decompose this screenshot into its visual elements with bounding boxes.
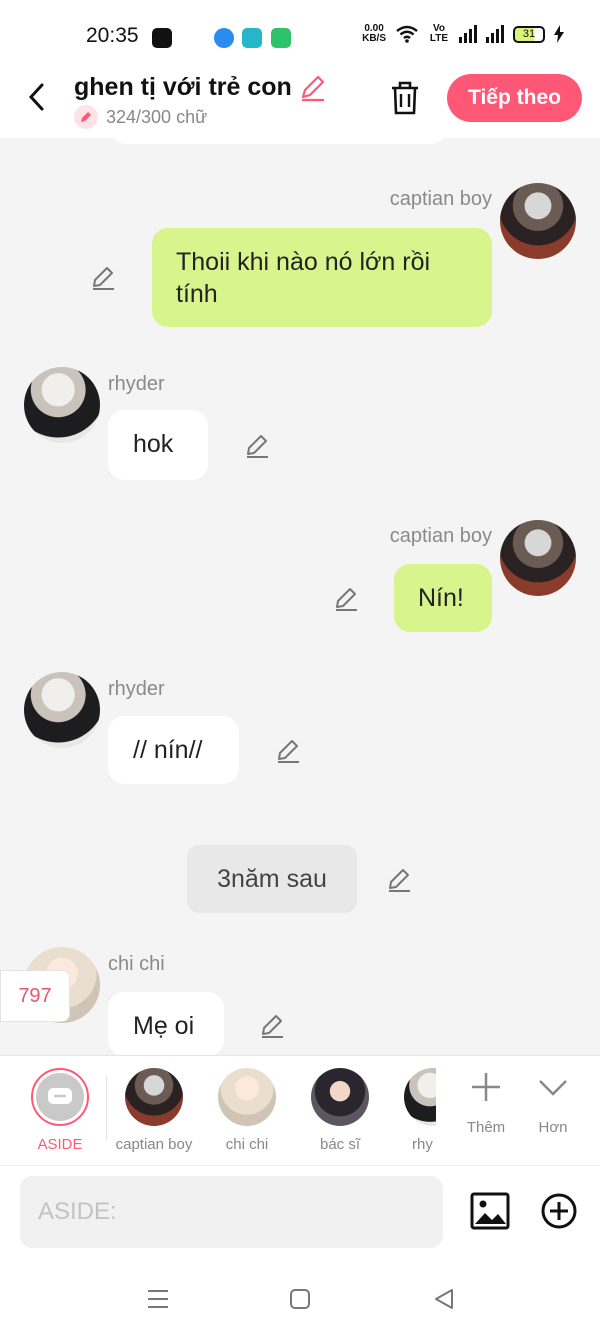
page-title: ghen tị với trẻ con bbox=[74, 72, 292, 101]
chevron-down-icon bbox=[539, 1080, 567, 1096]
edit-icon[interactable] bbox=[90, 264, 116, 290]
message-input[interactable] bbox=[20, 1176, 443, 1248]
image-icon[interactable] bbox=[470, 1192, 510, 1230]
plus-icon bbox=[472, 1073, 500, 1101]
edit-icon[interactable] bbox=[333, 585, 359, 611]
avatar-rhyder bbox=[24, 672, 100, 748]
message-bubble[interactable]: hok bbox=[108, 410, 208, 480]
message-text: Thoii khi nào nó lớn rồi tính bbox=[176, 248, 431, 308]
system-nav-bar bbox=[0, 1265, 600, 1333]
message-text: // nín// bbox=[133, 736, 203, 764]
shop-icon bbox=[242, 28, 262, 48]
message-bubble[interactable]: // nín// bbox=[108, 716, 239, 784]
wifi-icon bbox=[396, 25, 418, 43]
message-text: Nín! bbox=[418, 584, 464, 612]
input-bar bbox=[0, 1165, 600, 1265]
back-arrow-icon[interactable] bbox=[24, 80, 52, 114]
character-label: captian boy bbox=[115, 1136, 193, 1153]
chat-bubble-icon bbox=[36, 1073, 84, 1121]
character-selector: ASIDE captian boy chi chi bác sĩ rhy Thê… bbox=[0, 1055, 600, 1165]
avatar-rhyder bbox=[24, 367, 100, 443]
expand-label: Hơn bbox=[538, 1119, 568, 1136]
character-captian-boy[interactable]: captian boy bbox=[109, 1068, 199, 1153]
charging-icon bbox=[554, 25, 564, 43]
character-avatar bbox=[311, 1068, 369, 1126]
trash-icon[interactable] bbox=[388, 80, 422, 116]
volte-icon: Vo LTE bbox=[429, 23, 449, 44]
character-bac-si[interactable]: bác sĩ bbox=[295, 1068, 385, 1153]
message-bubble[interactable]: Nín! bbox=[394, 564, 492, 632]
battery-icon: 31 bbox=[513, 25, 545, 43]
aside-text: 3năm sau bbox=[217, 864, 327, 893]
character-label: ASIDE bbox=[37, 1136, 83, 1153]
character-aside[interactable]: ASIDE bbox=[15, 1068, 105, 1153]
edit-icon[interactable] bbox=[259, 1012, 285, 1038]
character-rhyder[interactable]: rhy bbox=[404, 1068, 436, 1153]
message-text: hok bbox=[133, 430, 174, 458]
previous-bubble-edge bbox=[108, 124, 448, 144]
title-row: ghen tị với trẻ con bbox=[74, 72, 328, 102]
status-time: 20:35 bbox=[86, 24, 139, 47]
avatar-captian-boy bbox=[500, 520, 576, 596]
character-label: bác sĩ bbox=[319, 1136, 361, 1153]
status-bar: 20:35 0.00 KB/S Vo LTE 31 bbox=[0, 0, 600, 66]
floating-count-badge[interactable]: 797 bbox=[0, 970, 70, 1022]
character-label: chi chi bbox=[225, 1136, 269, 1153]
next-button[interactable]: Tiếp theo bbox=[447, 74, 582, 122]
signal-icon bbox=[459, 25, 477, 43]
message-bubble[interactable]: Mẹ oi bbox=[108, 992, 224, 1056]
pencil-icon bbox=[74, 105, 98, 129]
status-indicators: 0.00 KB/S Vo LTE 31 bbox=[362, 24, 564, 44]
character-avatar bbox=[125, 1068, 183, 1126]
message-bubble[interactable]: Thoii khi nào nó lớn rồi tính bbox=[152, 228, 492, 327]
back-triangle-icon[interactable] bbox=[430, 1285, 458, 1313]
aside-bubble[interactable]: 3năm sau bbox=[187, 845, 357, 913]
sender-name: captian boy bbox=[389, 188, 492, 210]
zalo-icon bbox=[152, 28, 172, 48]
edit-icon[interactable] bbox=[386, 866, 412, 892]
sender-name: chi chi bbox=[108, 953, 165, 975]
edit-title-icon[interactable] bbox=[298, 72, 328, 102]
expand-button[interactable]: Hơn bbox=[523, 1070, 583, 1136]
character-avatar bbox=[404, 1068, 436, 1126]
aside-avatar bbox=[31, 1068, 89, 1126]
sender-name: rhyder bbox=[108, 373, 165, 395]
edit-icon[interactable] bbox=[244, 432, 270, 458]
home-icon[interactable] bbox=[286, 1285, 314, 1313]
menu-icon[interactable] bbox=[144, 1285, 172, 1313]
sender-name: captian boy bbox=[389, 525, 492, 547]
divider bbox=[106, 1076, 107, 1140]
character-label: rhy bbox=[412, 1136, 433, 1153]
sender-name: rhyder bbox=[108, 678, 165, 700]
edit-icon[interactable] bbox=[275, 737, 301, 763]
signal-2-icon bbox=[486, 25, 504, 43]
message-text: Mẹ oi bbox=[133, 1012, 195, 1040]
avatar-captian-boy bbox=[500, 183, 576, 259]
character-avatar bbox=[218, 1068, 276, 1126]
character-chi-chi[interactable]: chi chi bbox=[202, 1068, 292, 1153]
app-blue-icon bbox=[214, 28, 234, 48]
shield-app-icon bbox=[271, 28, 291, 48]
more-button[interactable]: Thêm bbox=[456, 1070, 516, 1136]
add-circle-icon[interactable] bbox=[540, 1192, 578, 1230]
network-speed: 0.00 KB/S bbox=[362, 23, 386, 44]
more-label: Thêm bbox=[466, 1119, 506, 1136]
